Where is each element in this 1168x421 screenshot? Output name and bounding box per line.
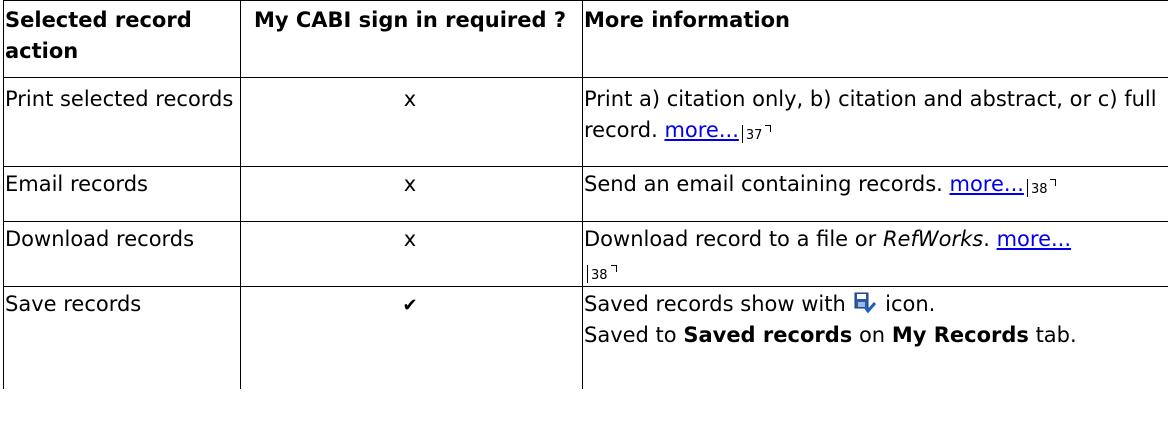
page-reference: 38 bbox=[587, 265, 617, 283]
more-link[interactable]: more... bbox=[997, 227, 1071, 251]
info-cell: Print a) citation only, b) citation and … bbox=[582, 77, 1168, 167]
table-row: Email records x Send an email containing… bbox=[3, 166, 1168, 222]
table-row: Save records ✔ Saved records show with i… bbox=[3, 286, 1168, 389]
header-selected-record-action: Selected record action bbox=[3, 0, 241, 78]
record-actions-table: Selected record action My CABI sign in r… bbox=[3, 0, 1168, 389]
required-cell: ✔ bbox=[240, 286, 583, 389]
info-text-icon-suffix: icon. bbox=[885, 292, 936, 316]
info-cell: Download record to a file or RefWorks. m… bbox=[582, 221, 1168, 287]
tab-text: tab. bbox=[1035, 323, 1077, 347]
action-cell: Download records bbox=[3, 221, 241, 287]
more-link[interactable]: more... bbox=[664, 118, 738, 142]
action-cell: Print selected records bbox=[3, 77, 241, 167]
info-cell: Saved records show with icon. Saved to S… bbox=[582, 286, 1168, 389]
page-reference: 38 bbox=[1026, 179, 1056, 197]
action-cell: Email records bbox=[3, 166, 241, 222]
info-text: Saved records show with bbox=[584, 292, 846, 316]
required-cell: x bbox=[240, 221, 583, 287]
required-cell: x bbox=[240, 77, 583, 167]
my-records-label: My Records bbox=[891, 323, 1029, 347]
info-text: Download record to a file or bbox=[584, 227, 877, 251]
header-sign-in-required: My CABI sign in required ? bbox=[240, 0, 583, 78]
header-more-information: More information bbox=[582, 0, 1168, 78]
checkmark-icon: ✔ bbox=[402, 295, 418, 316]
saved-record-icon bbox=[854, 292, 877, 314]
saved-to-text: Saved to bbox=[584, 323, 677, 347]
saved-records-label: Saved records bbox=[683, 323, 853, 347]
required-cell: x bbox=[240, 166, 583, 222]
more-link[interactable]: more... bbox=[950, 172, 1024, 196]
info-text: Send an email containing records. bbox=[584, 172, 943, 196]
page-reference: 37 bbox=[741, 125, 771, 143]
refworks-text: RefWorks bbox=[882, 227, 984, 251]
table-header-row: Selected record action My CABI sign in r… bbox=[3, 0, 1168, 78]
info-cell: Send an email containing records. more..… bbox=[582, 166, 1168, 222]
table-row: Download records x Download record to a … bbox=[3, 221, 1168, 287]
action-cell: Save records bbox=[3, 286, 241, 389]
info-text-end: . bbox=[983, 227, 990, 251]
on-text: on bbox=[858, 323, 886, 347]
table-row: Print selected records x Print a) citati… bbox=[3, 77, 1168, 167]
